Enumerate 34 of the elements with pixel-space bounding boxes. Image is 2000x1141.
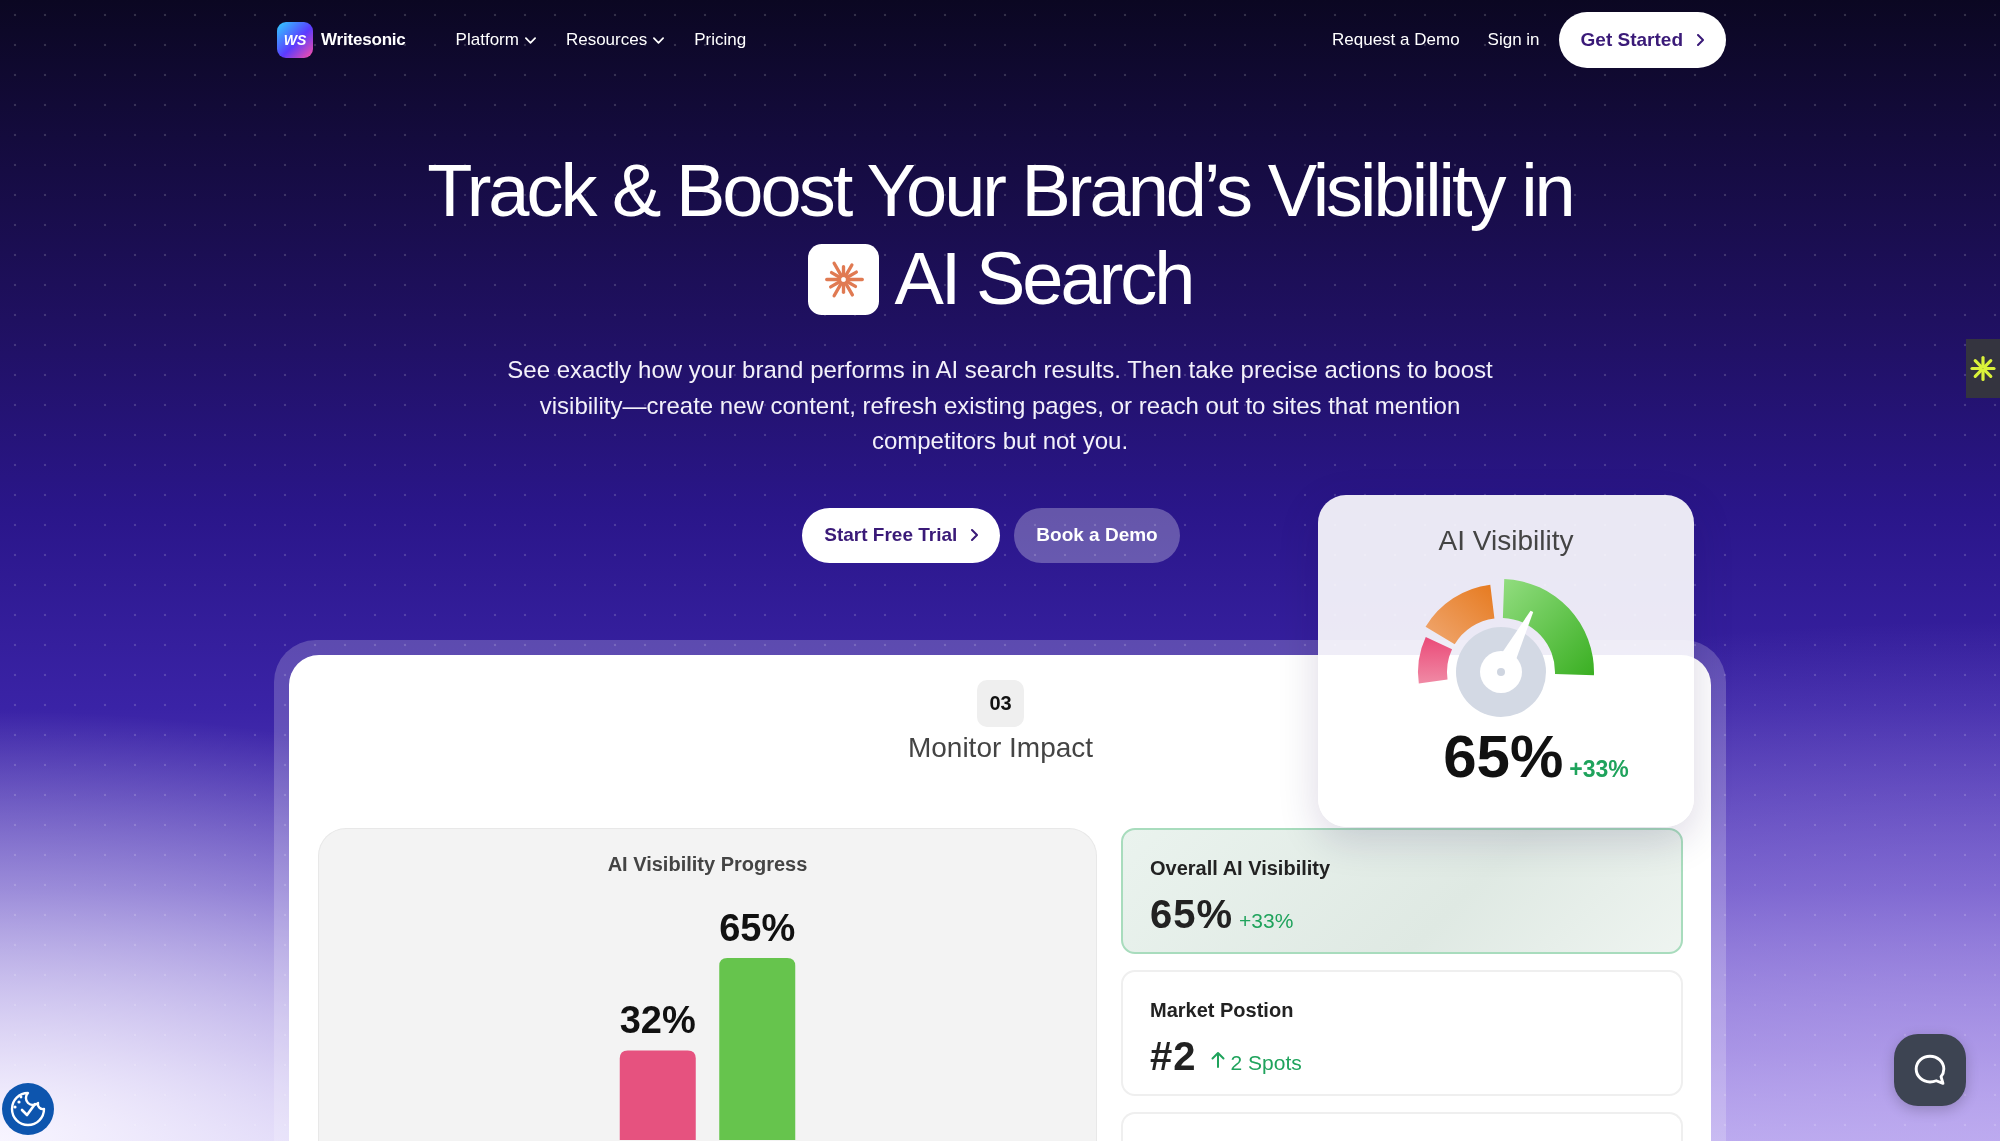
section-heading: Monitor Impact: [907, 731, 1094, 765]
card-title: AI Visibility: [1438, 524, 1574, 558]
asterisk-icon: [807, 243, 879, 315]
metric-value: 65%: [1150, 891, 1234, 938]
metric-label: Market Postion: [1150, 998, 1294, 1022]
bar-value-label: 65%: [719, 907, 796, 949]
cta-button[interactable]: Get Started: [1558, 12, 1726, 68]
chat-bubble-icon: [1914, 1054, 1946, 1086]
primary-button[interactable]: Start Free Trial: [802, 507, 1001, 563]
hero-title: Track & Boost Your Brand’s Visibility in: [427, 149, 1573, 232]
nav-menu-button[interactable]: Platform: [455, 30, 536, 50]
cookie-icon[interactable]: [2, 1083, 54, 1135]
hero-subtitle: See exactly how your brand performs in AI search results. Then take precise actions to boost visibility—create new content, refresh existing pages, or reach out to sites that mention competitors but not you.: [506, 355, 1494, 456]
nav-link[interactable]: Sign in: [1487, 30, 1540, 50]
asterisk-icon[interactable]: [1966, 339, 2000, 398]
chart-title: AI Visibility Progress: [607, 852, 808, 876]
chevron-right-icon: [971, 529, 979, 541]
metric-label: Overall AI Visibility: [1150, 856, 1331, 880]
metric-value: #2: [1150, 1033, 1197, 1080]
gauge-change: +33%: [1569, 756, 1629, 783]
nav-link[interactable]: Pricing: [694, 30, 747, 50]
nav-menu-button[interactable]: Resources: [565, 30, 665, 50]
metric-change: +33%: [1239, 909, 1294, 933]
brand-name: Writesonic: [321, 30, 406, 50]
chat-button[interactable]: [1894, 1034, 1966, 1106]
gauge-value: 65%: [1443, 726, 1564, 788]
hero-title: AI Search: [894, 236, 1193, 322]
nav-link[interactable]: Request a Demo: [1332, 30, 1460, 50]
bar-value-label: 32%: [619, 999, 696, 1042]
metric-change: 2 Spots: [1230, 1051, 1302, 1075]
step-badge: 03: [977, 680, 1024, 727]
secondary-button[interactable]: Book a Demo: [1014, 507, 1180, 563]
logo-mark: WS: [277, 22, 313, 58]
chevron-right-icon: [1697, 34, 1704, 46]
